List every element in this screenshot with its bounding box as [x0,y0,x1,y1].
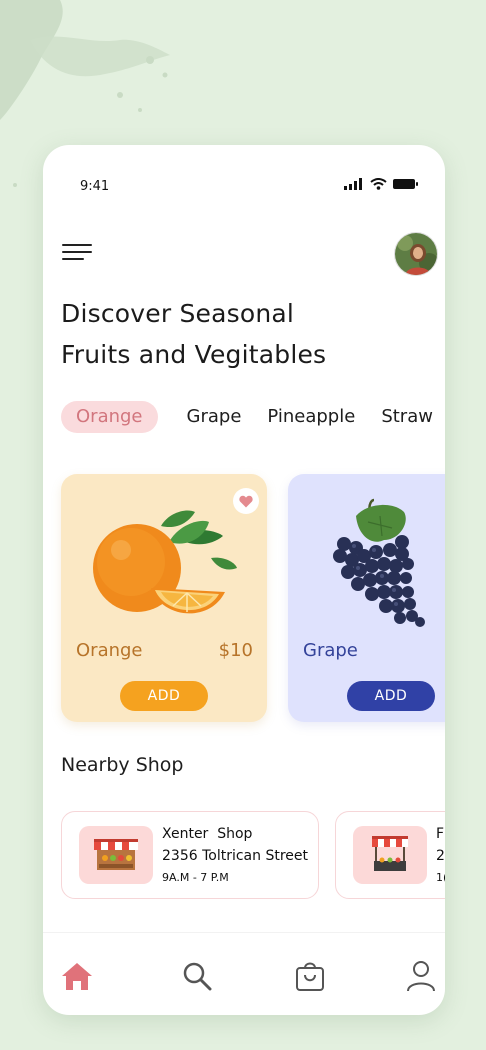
search-icon [183,962,212,991]
tab-pineapple[interactable]: Pineapple [267,401,355,433]
tab-grape[interactable]: Grape [187,401,242,433]
nav-profile[interactable] [404,959,438,993]
heart-icon [239,495,253,507]
product-name: Grape [303,640,358,661]
shopping-bag-icon [296,962,324,991]
page-title-line-2: Fruits and Vegitables [61,340,327,369]
shop-hours: 1( [436,871,445,884]
shop-address: 2 [436,848,445,864]
category-tabs: Orange Grape Pineapple Straw [61,401,445,433]
status-time: 9:41 [80,179,110,194]
nav-cart[interactable] [293,959,327,993]
product-name: Orange [76,640,143,661]
shop-name: Xenter Shop [162,826,253,842]
shop-name: F [436,826,445,842]
shop-address: 2356 Toltrican Street [162,848,308,864]
nearby-shop-title: Nearby Shop [61,754,184,776]
avatar[interactable] [394,232,438,276]
shop-icon [353,826,427,884]
bottom-nav [43,932,445,1015]
page-title-line-1: Discover Seasonal [61,299,295,328]
shop-icon [79,826,153,884]
menu-icon[interactable] [62,244,94,262]
shop-card[interactable]: Xenter Shop 2356 Toltrican Street 9A.M -… [61,811,319,899]
orange-image [93,510,237,614]
page-title: Discover Seasonal Fruits and Vegitables [61,293,326,375]
add-grape-button[interactable]: ADD [347,681,435,711]
status-icons [344,178,419,190]
product-card-orange[interactable]: Orange $10 ADD [61,474,267,722]
signal-icon [344,178,362,190]
nav-home[interactable] [60,959,94,993]
shop-card[interactable]: F 2 1( [335,811,445,899]
phone-screen: 9:41 Discover Seasonal Fruits and Vegita… [43,145,445,1015]
add-orange-button[interactable]: ADD [120,681,208,711]
wifi-icon [370,178,387,190]
shop-hours: 9A.M - 7 P.M [162,871,229,884]
grape-image [333,498,425,627]
profile-icon [407,961,435,992]
nav-search[interactable] [180,959,214,993]
tab-strawberry[interactable]: Straw [381,401,433,433]
product-price: $10 [218,640,253,661]
battery-icon [393,179,418,189]
product-card-grape[interactable]: Grape ADD [288,474,445,722]
home-icon [62,963,92,990]
tab-orange[interactable]: Orange [61,401,158,433]
